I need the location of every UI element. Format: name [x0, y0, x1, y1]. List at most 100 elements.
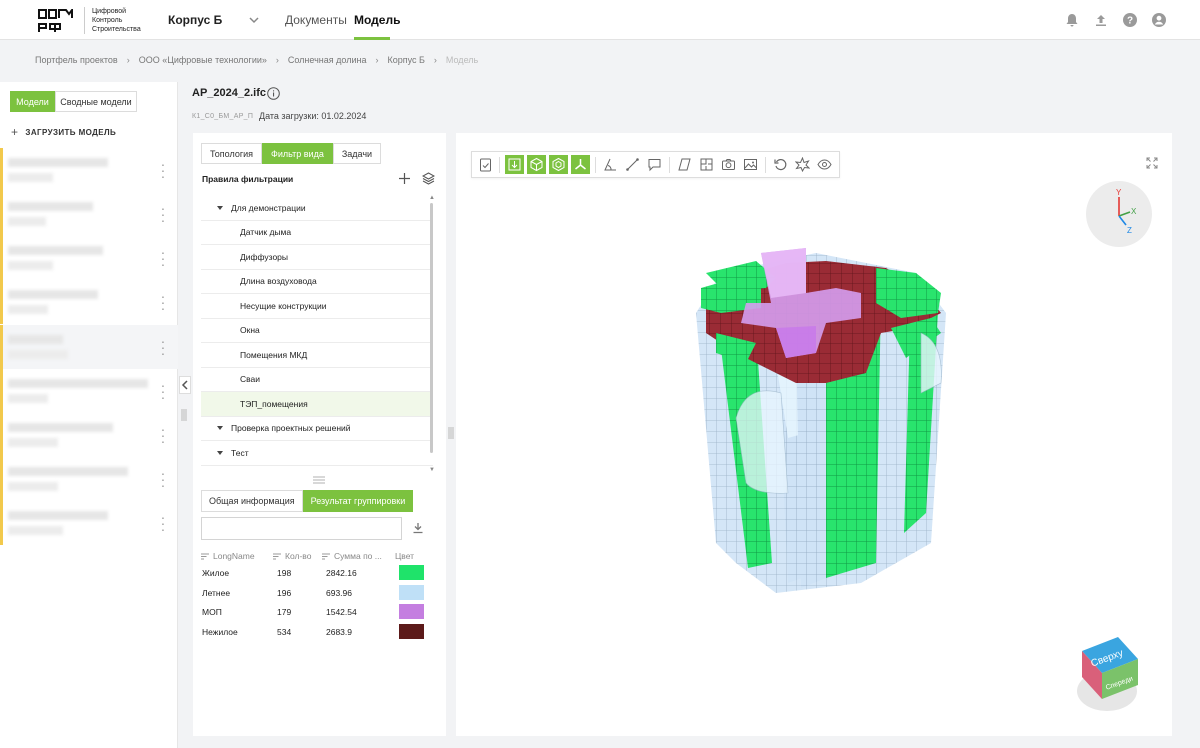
breadcrumb-building[interactable]: Корпус Б: [387, 55, 424, 65]
upload-model-button[interactable]: + ЗАГРУЗИТЬ МОДЕЛЬ: [11, 125, 116, 139]
model-list-item[interactable]: · · ·: [0, 236, 178, 280]
more-vertical-icon[interactable]: · · ·: [158, 157, 168, 183]
tree-item[interactable]: Длина воздуховода: [201, 270, 433, 294]
view-cube[interactable]: Сверху Спереди: [1074, 633, 1144, 715]
bell-icon[interactable]: [1064, 12, 1080, 28]
more-vertical-icon[interactable]: · · ·: [158, 466, 168, 492]
tree-item[interactable]: Несущие конструкции: [201, 294, 433, 319]
chevron-down-icon[interactable]: [247, 13, 261, 27]
model-list-item[interactable]: · · ·: [0, 501, 178, 545]
collapse-panel-button[interactable]: [179, 376, 191, 394]
floorplan-icon[interactable]: [697, 155, 716, 174]
tab-tasks[interactable]: Задачи: [332, 143, 382, 164]
axis-gizmo[interactable]: Y X Z: [1086, 181, 1152, 247]
nav-active-indicator: [354, 37, 390, 40]
camera-icon[interactable]: [719, 155, 738, 174]
model-list-item[interactable]: · · ·: [0, 369, 178, 413]
nav-model[interactable]: Модель: [354, 13, 400, 27]
upload-icon[interactable]: [1093, 12, 1109, 28]
reset-icon[interactable]: [771, 155, 790, 174]
section-box-icon[interactable]: [505, 155, 524, 174]
model-viewer[interactable]: Y X Z Сверху Спереди: [456, 133, 1172, 736]
tree-item[interactable]: Помещения МКД: [201, 343, 433, 368]
breadcrumb-project[interactable]: Солнечная долина: [288, 55, 367, 65]
breadcrumb-portfolio[interactable]: Портфель проектов: [35, 55, 118, 65]
checklist-icon[interactable]: [476, 155, 495, 174]
drag-handle-icon[interactable]: [181, 409, 187, 421]
scroll-down-icon[interactable]: ▼: [429, 467, 435, 473]
logo[interactable]: Цифровой Контроль Строительства: [38, 7, 141, 34]
tab-topology[interactable]: Топология: [201, 143, 263, 164]
cube-icon[interactable]: [527, 155, 546, 174]
tree-item[interactable]: Датчик дыма: [201, 221, 433, 245]
download-icon[interactable]: [412, 522, 424, 534]
model-list-item[interactable]: · · ·: [0, 192, 178, 236]
model-list-item[interactable]: · · ·: [0, 457, 178, 501]
more-vertical-icon[interactable]: · · ·: [158, 510, 168, 536]
model-name-blurred: [8, 335, 63, 344]
tree-item[interactable]: Сваи: [201, 368, 433, 392]
color-swatch[interactable]: [399, 623, 424, 639]
cell-name: Жилое: [202, 568, 230, 578]
account-icon[interactable]: [1151, 12, 1167, 28]
more-vertical-icon[interactable]: · · ·: [158, 334, 168, 360]
more-vertical-icon[interactable]: · · ·: [158, 378, 168, 404]
model-list-item-selected[interactable]: · · ·: [0, 325, 178, 369]
visibility-icon[interactable]: [815, 155, 834, 174]
color-swatch[interactable]: [399, 584, 424, 600]
color-swatch[interactable]: [399, 604, 424, 619]
comment-icon[interactable]: [645, 155, 664, 174]
nav-documents[interactable]: Документы: [285, 13, 347, 27]
col-count[interactable]: Кол-во: [273, 551, 311, 561]
explode-icon[interactable]: [793, 155, 812, 174]
distance-measure-icon[interactable]: [623, 155, 642, 174]
more-vertical-icon[interactable]: · · ·: [158, 289, 168, 315]
col-longname-label: LongName: [213, 551, 255, 561]
tree-item-selected[interactable]: ТЭП_помещения: [201, 392, 433, 417]
tree-item[interactable]: Окна: [201, 319, 433, 343]
color-swatch[interactable]: [399, 565, 424, 580]
scrollbar[interactable]: [430, 203, 433, 453]
cell-sum: 693.96: [326, 587, 352, 598]
table-row[interactable]: МОП 179 1542.54: [201, 603, 431, 622]
angle-measure-icon[interactable]: [601, 155, 620, 174]
plus-icon[interactable]: [398, 172, 411, 185]
tab-summary-models[interactable]: Сводные модели: [55, 91, 137, 112]
info-icon[interactable]: [267, 87, 280, 100]
tab-general-info[interactable]: Общая информация: [201, 490, 303, 512]
help-icon[interactable]: ?: [1122, 12, 1138, 28]
scroll-up-icon[interactable]: ▲: [429, 195, 435, 201]
axes-icon[interactable]: [571, 155, 590, 174]
image-icon[interactable]: [741, 155, 760, 174]
building-model[interactable]: [676, 233, 966, 598]
tab-view-filter[interactable]: Фильтр вида: [262, 143, 333, 164]
model-list-item[interactable]: · · ·: [0, 148, 178, 192]
cube-edges-icon[interactable]: [549, 155, 568, 174]
tab-grouping-result[interactable]: Результат группировки: [302, 490, 414, 512]
tree-group[interactable]: Тест: [201, 441, 433, 466]
project-selector[interactable]: Корпус Б: [168, 13, 222, 27]
table-row[interactable]: Жилое 198 2842.16: [201, 564, 431, 583]
breadcrumb-company[interactable]: ООО «Цифровые технологии»: [139, 55, 267, 65]
col-longname[interactable]: LongName: [201, 551, 255, 561]
table-row[interactable]: Нежилое 534 2683.9: [201, 623, 431, 642]
toolbar-separator: [765, 157, 766, 173]
model-list-item[interactable]: · · ·: [0, 280, 178, 324]
col-sum[interactable]: Сумма по ...: [322, 551, 382, 561]
model-list-item[interactable]: · · ·: [0, 413, 178, 457]
tree-item[interactable]: Диффузоры: [201, 245, 433, 270]
tree-group[interactable]: Проверка проектных решений: [201, 417, 433, 441]
layers-icon[interactable]: [422, 172, 435, 185]
table-row[interactable]: Летнее 196 693.96: [201, 584, 431, 603]
search-input[interactable]: [201, 517, 402, 540]
resize-handle-icon[interactable]: [313, 476, 325, 484]
sort-icon: [201, 553, 209, 559]
tree-group[interactable]: Для демонстрации: [201, 196, 433, 221]
plane-icon[interactable]: [675, 155, 694, 174]
more-vertical-icon[interactable]: · · ·: [158, 422, 168, 448]
drag-handle-icon[interactable]: [448, 427, 454, 439]
fullscreen-icon[interactable]: [1146, 157, 1158, 169]
more-vertical-icon[interactable]: · · ·: [158, 245, 168, 271]
more-vertical-icon[interactable]: · · ·: [158, 201, 168, 227]
tab-models[interactable]: Модели: [10, 91, 55, 112]
